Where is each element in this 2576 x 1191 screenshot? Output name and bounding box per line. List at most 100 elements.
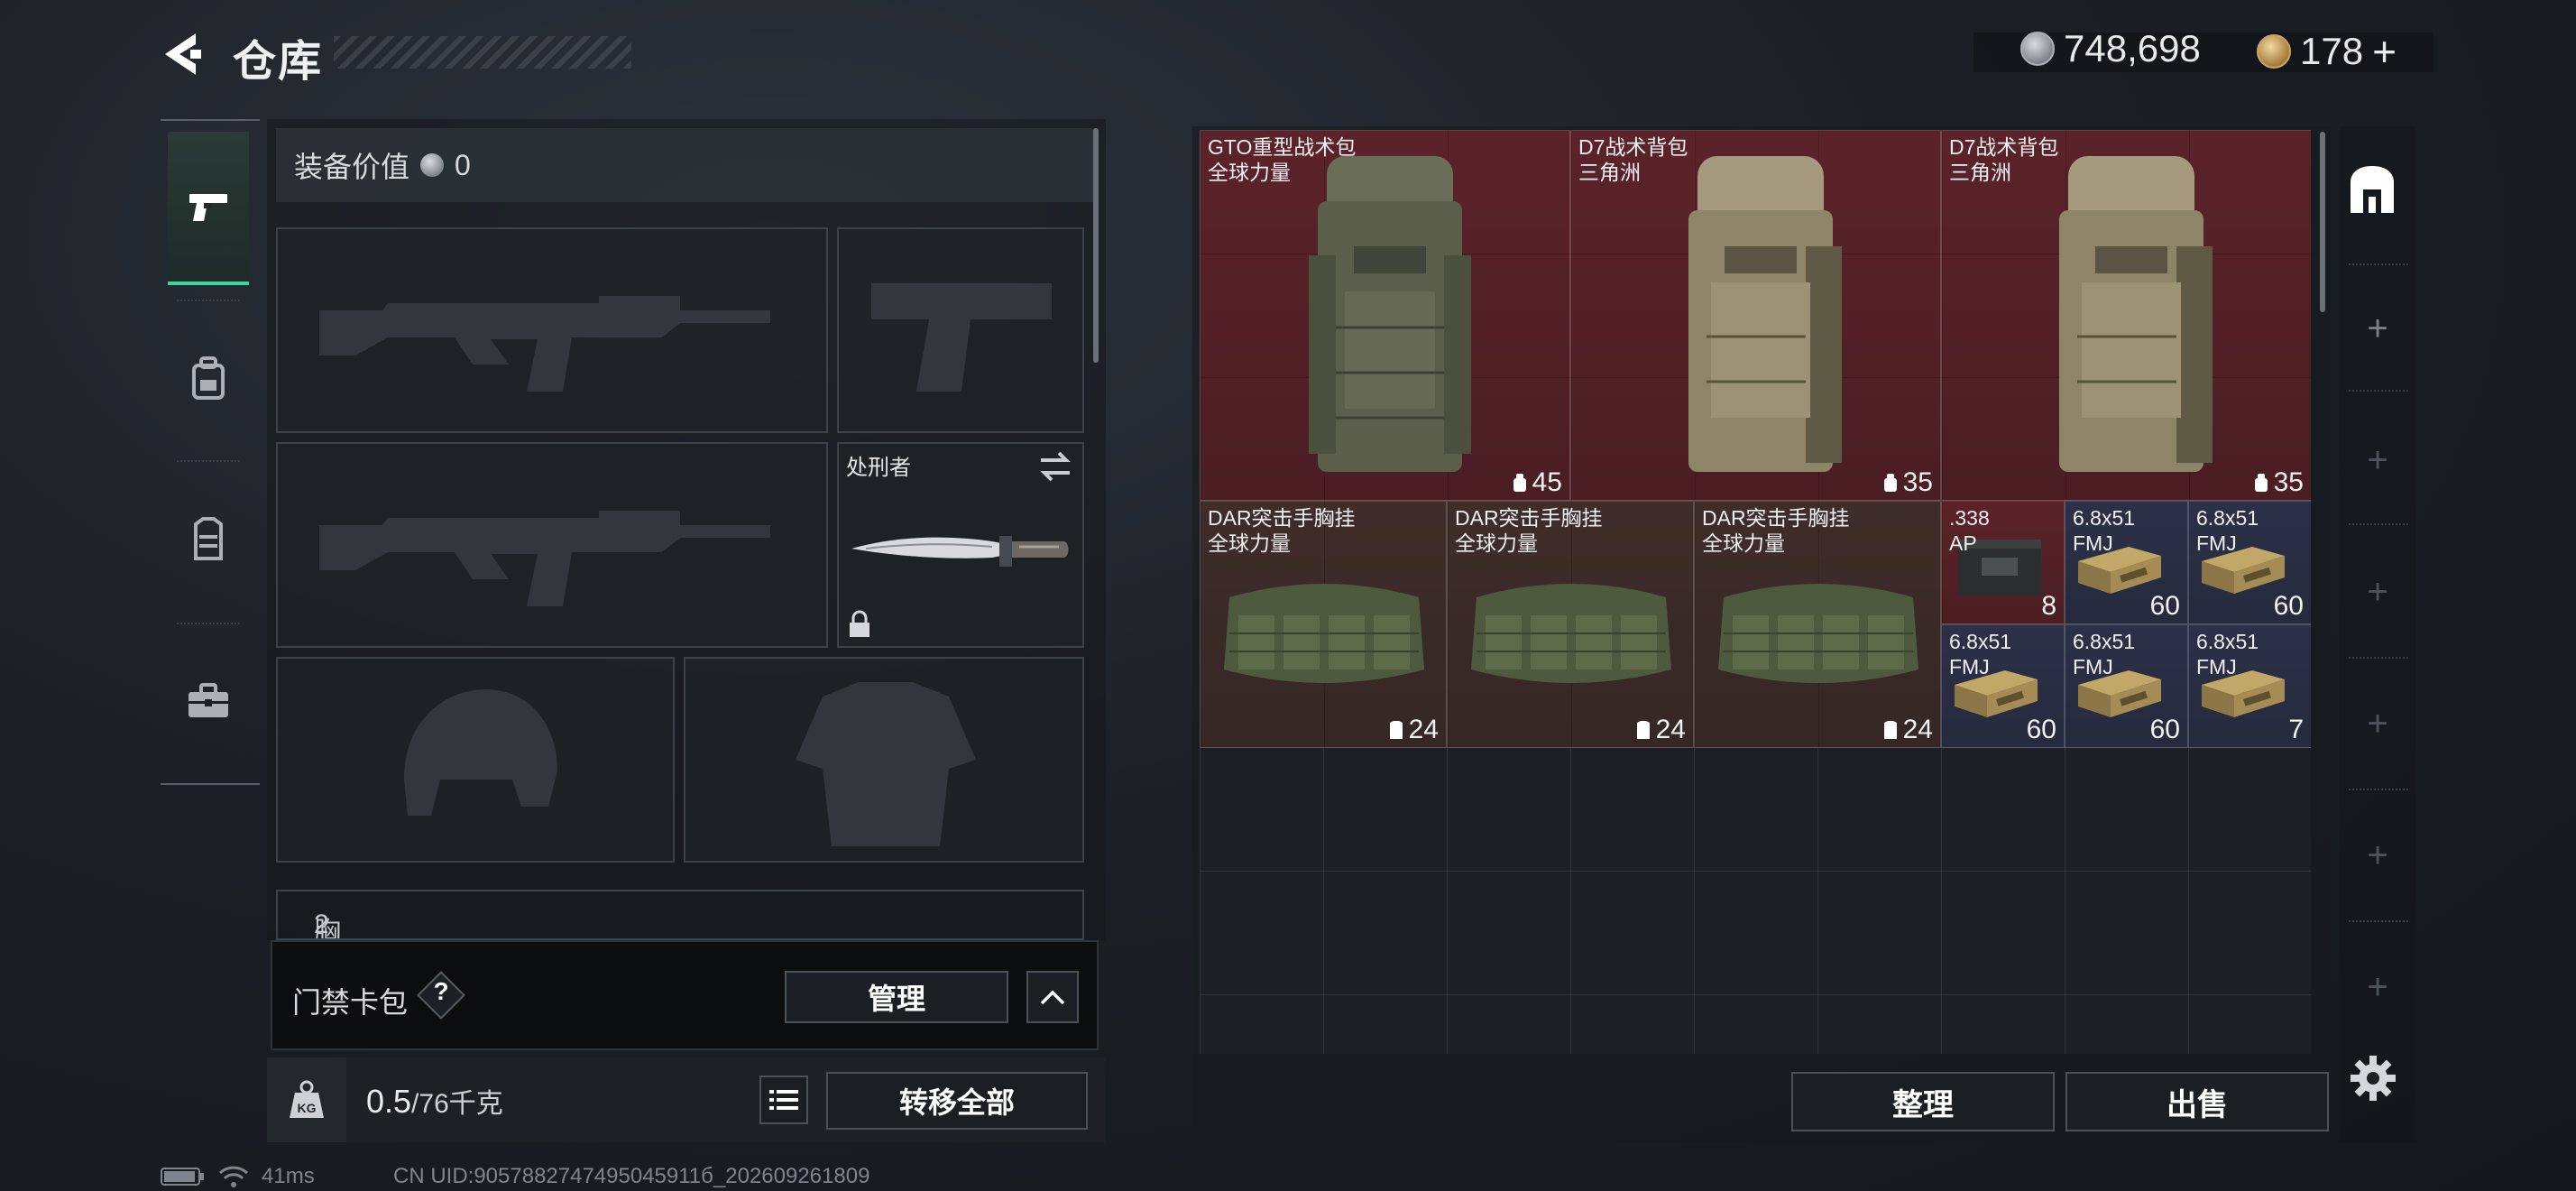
- swap-icon[interactable]: [1037, 451, 1073, 482]
- storage-item-chest-rig-dar[interactable]: DAR突击手胸挂 全球力量 24: [1694, 501, 1941, 748]
- item-name: 6.8x51: [1949, 630, 2012, 653]
- status-bar: 41ms: [161, 1164, 315, 1189]
- storage-item-ammo-338[interactable]: .338 AP 8: [1941, 501, 2065, 624]
- item-count: 45: [1532, 467, 1562, 497]
- add-storage-page-button[interactable]: +: [2352, 698, 2403, 749]
- item-brand: FMJ: [2073, 655, 2113, 679]
- chest-rig-art-icon: [1718, 584, 1918, 683]
- item-brand: 三角洲: [1949, 161, 2011, 184]
- item-name: D7战术背包: [1949, 135, 2059, 159]
- helmet-silhouette-icon: [404, 689, 557, 816]
- keycard-label: 门禁卡包: [292, 986, 409, 1019]
- storage-house-icon: [2351, 166, 2394, 213]
- item-name: DAR突击手胸挂: [1702, 506, 1850, 530]
- storage-item-ammo-68x51[interactable]: 6.8x51 FMJ 60: [2188, 501, 2311, 624]
- gear-icon: [2351, 1056, 2396, 1101]
- item-count: 60: [2149, 591, 2180, 621]
- storage-item-backpack-gto[interactable]: GTO重型战术包 全球力量 45: [1200, 130, 1570, 501]
- add-storage-page-button[interactable]: +: [2352, 567, 2403, 617]
- add-gold-icon[interactable]: +: [2372, 27, 2397, 76]
- storage-scrollbar[interactable]: [2320, 132, 2325, 312]
- list-view-button[interactable]: [759, 1076, 808, 1124]
- rifle-silhouette-icon: [319, 296, 770, 392]
- storage-item-chest-rig-dar[interactable]: DAR突击手胸挂 全球力量 24: [1447, 501, 1694, 748]
- chevron-up-icon: [1040, 990, 1065, 1005]
- help-question-mark: ?: [433, 977, 449, 1005]
- item-name: D7战术背包: [1578, 135, 1688, 159]
- melee-slot[interactable]: 处刑者: [837, 442, 1084, 648]
- add-storage-page-button[interactable]: +: [2352, 435, 2403, 485]
- item-count: 24: [1408, 715, 1439, 744]
- category-cases[interactable]: [168, 624, 249, 778]
- transfer-all-button[interactable]: 转移全部: [826, 1072, 1088, 1130]
- category-vests[interactable]: [168, 462, 249, 615]
- add-storage-page-button[interactable]: +: [2352, 303, 2403, 354]
- vest-capacity-icon: [1883, 721, 1897, 739]
- armor-slot[interactable]: [684, 657, 1084, 863]
- weight-icon-text: KG: [298, 1101, 317, 1115]
- lock-icon: [850, 610, 869, 637]
- item-brand: FMJ: [1949, 655, 1990, 679]
- item-count: 7: [2288, 715, 2304, 744]
- category-backpacks[interactable]: [168, 301, 249, 455]
- uid-text: CN UID:9057882747495045911б_202609261809: [393, 1164, 870, 1188]
- ping-text: 41ms: [262, 1164, 315, 1188]
- storage-item-ammo-68x51[interactable]: 6.8x51 FMJ 7: [2188, 624, 2311, 748]
- rail-divider: [2349, 523, 2408, 525]
- primary-weapon-slot-1[interactable]: [276, 227, 828, 433]
- storage-item-backpack-d7[interactable]: D7战术背包 三角洲 35: [1570, 130, 1941, 501]
- page-title: 仓库: [233, 38, 324, 86]
- item-name: 6.8x51: [2073, 506, 2136, 530]
- helmet-slot[interactable]: [276, 657, 675, 863]
- item-brand: FMJ: [2196, 655, 2237, 679]
- item-brand: FMJ: [2073, 531, 2113, 555]
- add-storage-page-button[interactable]: +: [2352, 830, 2403, 881]
- storage-item-chest-rig-dar[interactable]: DAR突击手胸挂 全球力量 24: [1200, 501, 1447, 748]
- item-name: DAR突击手胸挂: [1208, 506, 1356, 530]
- gold-currency[interactable]: 178 +: [2257, 27, 2397, 76]
- gold-amount: 178: [2300, 30, 2364, 72]
- category-rail: [161, 119, 260, 785]
- item-count: 60: [2026, 715, 2056, 744]
- expand-button[interactable]: [1026, 971, 1079, 1023]
- silver-amount: 748,698: [2064, 27, 2201, 69]
- item-name: DAR突击手胸挂: [1455, 506, 1603, 530]
- equipment-value-label: 装备价值: [294, 151, 410, 183]
- storage-item-ammo-68x51[interactable]: 6.8x51 FMJ 60: [2065, 624, 2188, 748]
- storage-tab-main[interactable]: [2345, 162, 2399, 217]
- pistol-slot[interactable]: [837, 227, 1084, 433]
- chest-rig-art-icon: [1471, 584, 1671, 683]
- chest-rig-art-icon: [1224, 584, 1424, 683]
- chest-rig-section[interactable]: 胸挂 2: [276, 890, 1084, 940]
- storage-item-ammo-68x51[interactable]: 6.8x51 FMJ 60: [2065, 501, 2188, 624]
- storage-item-backpack-d7[interactable]: D7战术背包 三角洲 35: [1941, 130, 2311, 501]
- wifi-icon: [218, 1166, 249, 1187]
- weight-max: /76千克: [411, 1089, 503, 1119]
- item-brand: 三角洲: [1578, 161, 1641, 184]
- weight-text: 0.5/76千克: [366, 1081, 503, 1121]
- knife-icon: [851, 536, 1069, 567]
- manage-button[interactable]: 管理: [785, 971, 1008, 1023]
- list-icon: [769, 1090, 798, 1110]
- weight-kg-icon: KG: [290, 1080, 324, 1118]
- item-count: 8: [2041, 591, 2056, 621]
- settings-button[interactable]: [2343, 1048, 2403, 1108]
- chest-count: 2: [314, 909, 329, 939]
- rail-divider: [2349, 789, 2408, 790]
- backpack-art-icon: [1688, 156, 1842, 472]
- storage-item-ammo-68x51[interactable]: 6.8x51 FMJ 60: [1941, 624, 2065, 748]
- battery-icon: [161, 1168, 204, 1186]
- item-brand: 全球力量: [1455, 531, 1538, 555]
- equipment-scrollbar[interactable]: [1093, 128, 1099, 363]
- equipment-value-bar: 装备价值 0: [276, 128, 1093, 202]
- primary-weapon-slot-2[interactable]: [276, 442, 828, 648]
- item-name: GTO重型战术包: [1208, 135, 1357, 159]
- rail-divider: [2349, 657, 2408, 659]
- back-button[interactable]: [155, 25, 209, 83]
- title-decoration: [334, 36, 631, 69]
- add-storage-page-button[interactable]: +: [2352, 962, 2403, 1012]
- sort-button[interactable]: 整理: [1791, 1072, 2055, 1131]
- item-count: 35: [1902, 467, 1933, 497]
- category-weapons[interactable]: [168, 132, 249, 285]
- sell-button[interactable]: 出售: [2065, 1072, 2329, 1131]
